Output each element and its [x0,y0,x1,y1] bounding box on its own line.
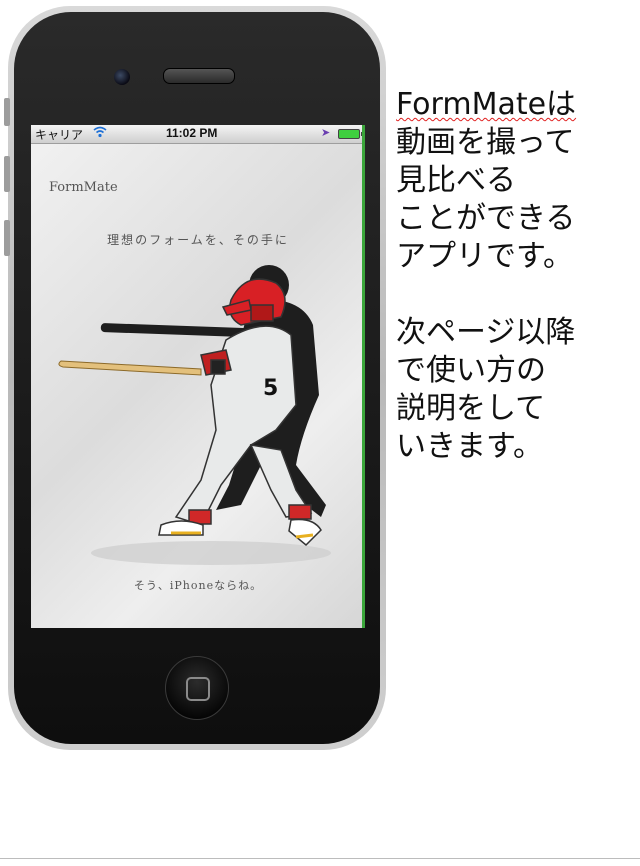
volume-down-button [4,220,10,256]
description-line-8: で使い方の [396,353,546,388]
spellcheck-underline: FormMateは [396,87,577,122]
description-line-2: 動画を撮って [396,125,575,160]
home-square-icon [186,677,210,701]
mute-switch [4,98,10,126]
description-line-7: 次ページ以降 [396,315,576,350]
description-line-3: 見比べる [396,163,516,198]
tagline: 理想のフォームを、その手に [107,233,289,247]
battery-icon [338,129,363,139]
status-bar: キャリア 11:02 PM ➤ [31,125,365,144]
page-divider [0,858,640,859]
app-logo: FormMate [49,180,118,195]
front-camera-icon [114,69,130,85]
baseball-batter-illustration: 5 [58,265,331,565]
earpiece-speaker [163,68,235,84]
jersey-number: 5 [263,376,278,401]
carrier-label: キャリア [35,128,84,142]
ground-shadow [91,541,331,565]
location-arrow-icon: ➤ [321,127,331,139]
bottom-tagline: そう、iPhoneならね。 [133,579,263,592]
phone-screen: キャリア 11:02 PM ➤ FormMate 理想のフォームを、その手に 5… [31,125,365,628]
screen-edge-accent [362,125,365,628]
description-line-9: 説明をして [396,391,546,426]
bat [58,360,202,376]
description-line-1: FormMateは [396,86,636,124]
description-line-4: ことができる [396,201,576,236]
description-text: FormMateは 動画を撮って 見比べる ことができる アプリです。 次ページ… [396,86,636,466]
status-time: 11:02 PM [166,126,218,140]
wifi-icon [93,126,107,141]
description-line-5: アプリです。 [396,239,573,274]
home-button[interactable] [165,656,229,720]
description-line-10: いきます。 [396,429,543,464]
volume-up-button [4,156,10,192]
description-spacer [396,276,636,314]
